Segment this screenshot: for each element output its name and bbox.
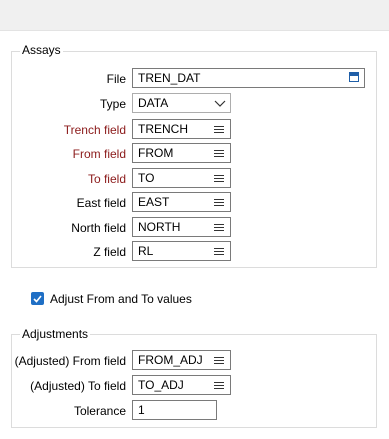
file-browse-icon[interactable] — [349, 72, 359, 82]
north-field-label: North field — [71, 221, 126, 235]
to-field-label: To field — [87, 172, 126, 186]
type-select-value: DATA — [138, 96, 169, 110]
file-input-value: TREN_DAT — [138, 71, 201, 85]
from-field-input[interactable]: FROM — [132, 143, 231, 163]
adjusted-to-value: TO_ADJ — [138, 378, 184, 392]
tolerance-input[interactable]: 1 — [132, 400, 217, 420]
list-icon[interactable] — [214, 124, 224, 134]
north-field-value: NORTH — [138, 220, 181, 234]
adjust-from-to-label[interactable]: Adjust From and To values — [50, 292, 192, 306]
z-field-input[interactable]: RL — [132, 241, 231, 261]
adjusted-from-input[interactable]: FROM_ADJ — [132, 350, 231, 370]
list-icon[interactable] — [214, 380, 224, 390]
adjusted-to-label: (Adjusted) To field — [30, 379, 126, 393]
adjust-from-to-checkbox[interactable] — [31, 292, 44, 305]
tolerance-label: Tolerance — [73, 404, 126, 418]
from-field-label: From field — [72, 147, 126, 161]
from-field-value: FROM — [138, 146, 174, 160]
adjusted-to-input[interactable]: TO_ADJ — [132, 375, 231, 395]
list-icon[interactable] — [214, 173, 224, 183]
check-icon — [33, 295, 42, 303]
to-field-input[interactable]: TO — [132, 168, 231, 188]
z-field-label: Z field — [93, 245, 126, 259]
trench-field-value: TRENCH — [138, 122, 188, 136]
adjustments-group-title: Adjustments — [20, 327, 91, 341]
list-icon[interactable] — [214, 222, 224, 232]
trench-field-input[interactable]: TRENCH — [132, 119, 231, 139]
z-field-value: RL — [138, 244, 154, 258]
adjusted-from-value: FROM_ADJ — [138, 353, 203, 367]
toolbar-area — [0, 0, 389, 31]
north-field-input[interactable]: NORTH — [132, 217, 231, 237]
file-input[interactable]: TREN_DAT — [132, 68, 365, 88]
tolerance-value: 1 — [138, 403, 145, 417]
chevron-down-icon — [214, 100, 226, 107]
list-icon[interactable] — [214, 148, 224, 158]
file-label: File — [106, 72, 126, 86]
list-icon[interactable] — [214, 355, 224, 365]
list-icon[interactable] — [214, 197, 224, 207]
east-field-label: East field — [76, 196, 126, 210]
assays-group-title: Assays — [20, 43, 63, 57]
type-label: Type — [99, 97, 126, 111]
adjusted-from-label: (Adjusted) From field — [14, 354, 126, 368]
trench-field-label: Trench field — [63, 123, 126, 137]
form-window: Assays File TREN_DAT Type DATA Trench fi… — [0, 0, 389, 439]
east-field-input[interactable]: EAST — [132, 192, 231, 212]
east-field-value: EAST — [138, 195, 170, 209]
list-icon[interactable] — [214, 246, 224, 256]
type-select[interactable]: DATA — [132, 93, 231, 113]
to-field-value: TO — [138, 171, 155, 185]
